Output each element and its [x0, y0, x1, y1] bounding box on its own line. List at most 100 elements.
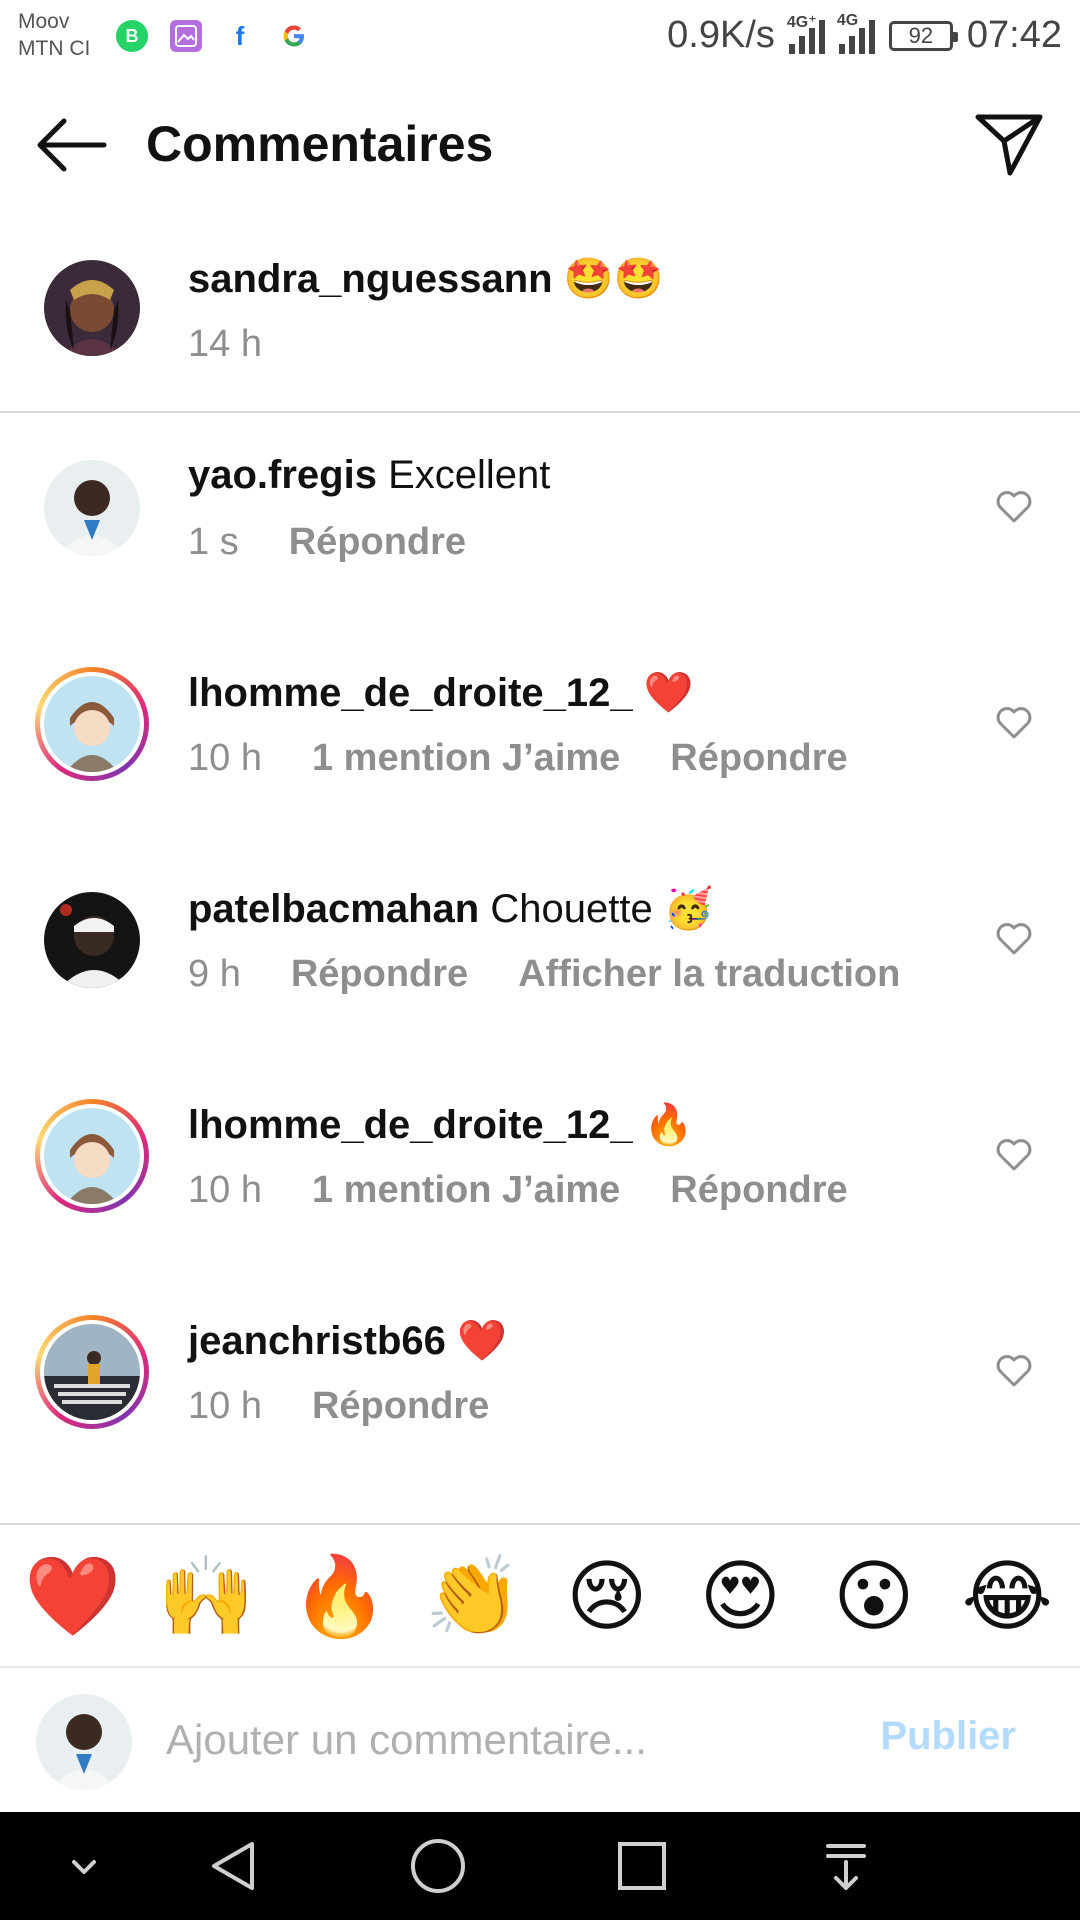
arrow-left-icon — [37, 118, 107, 172]
signal-1-icon: 4G⁺ — [787, 14, 825, 54]
comment-username[interactable]: patelbacmahan — [188, 887, 479, 931]
comment-avatar-story-ring[interactable] — [35, 1315, 149, 1429]
comment-item: lhomme_de_droite_12_ 🔥 10 h 1 mention J’… — [0, 1099, 1080, 1317]
comment-meta: 10 h Répondre — [188, 1385, 489, 1428]
comment-avatar[interactable] — [44, 892, 140, 988]
signal-1-tag: 4G⁺ — [786, 13, 817, 31]
publish-button[interactable]: Publier — [880, 1714, 1016, 1759]
comment-meta: 10 h 1 mention J’aime Répondre — [188, 737, 848, 780]
battery-level: 92 — [908, 22, 934, 48]
like-button[interactable] — [994, 487, 1034, 527]
nav-recents-button[interactable] — [612, 1836, 672, 1896]
carrier-names: Moov MTN CI — [18, 8, 90, 62]
emoji-laughing-button[interactable]: 😂 — [952, 1557, 1062, 1635]
circle-home-icon — [411, 1839, 465, 1893]
comment-username[interactable]: jeanchristb66 — [188, 1319, 446, 1363]
comment-item: jeanchristb66 ❤️ 10 h Répondre — [0, 1315, 1080, 1533]
comment-username[interactable]: lhomme_de_droite_12_ — [188, 1103, 633, 1147]
nav-collapse-button[interactable] — [54, 1836, 114, 1896]
facebook-icon: f — [224, 20, 256, 52]
chevron-down-icon — [72, 1860, 96, 1874]
pull-down-icon — [826, 1844, 866, 1890]
comment-meta: 10 h 1 mention J’aime Répondre — [188, 1169, 848, 1212]
comment-text: Chouette 🥳 — [490, 887, 714, 931]
comment-avatar — [44, 1108, 140, 1204]
clock: 07:42 — [966, 14, 1062, 56]
caption-username[interactable]: sandra_nguessann — [188, 257, 553, 301]
reply-button[interactable]: Répondre — [289, 521, 466, 564]
likes-count[interactable]: 1 mention J’aime — [312, 737, 620, 780]
signal-2-icon: 4G — [837, 12, 875, 54]
like-button[interactable] — [994, 1135, 1034, 1175]
comment-username[interactable]: lhomme_de_droite_12_ — [188, 671, 633, 715]
comment-text: ❤️ — [457, 1319, 507, 1363]
network-speed: 0.9K/s — [667, 14, 775, 56]
send-icon — [975, 114, 1043, 176]
notification-icons: B f — [116, 20, 310, 52]
comment-avatar — [44, 1324, 140, 1420]
signal-2-tag: 4G — [836, 11, 859, 29]
comment-composer: Publier — [0, 1668, 1080, 1812]
comment-avatar[interactable] — [44, 460, 140, 556]
google-icon — [278, 20, 310, 52]
comment-avatar-story-ring[interactable] — [35, 1099, 149, 1213]
share-button[interactable] — [970, 109, 1046, 179]
reply-button[interactable]: Répondre — [312, 1385, 489, 1428]
emoji-heart-button[interactable]: ❤️ — [18, 1557, 128, 1635]
caption-meta: 14 h — [188, 323, 262, 366]
comment-time: 10 h — [188, 1169, 262, 1211]
like-button[interactable] — [994, 703, 1034, 743]
nav-notifications-button[interactable] — [816, 1836, 876, 1896]
comment-input[interactable] — [166, 1710, 846, 1770]
current-user-avatar — [36, 1694, 132, 1790]
comment-item: yao.fregis Excellent 1 s Répondre — [0, 453, 1080, 669]
gallery-icon — [170, 20, 202, 52]
comment-username[interactable]: yao.fregis — [188, 453, 377, 497]
emoji-fire-button[interactable]: 🔥 — [285, 1557, 395, 1635]
emoji-heart-eyes-button[interactable]: 😍 — [685, 1557, 795, 1635]
carrier-2: MTN CI — [18, 37, 91, 60]
reply-button[interactable]: Répondre — [670, 1169, 847, 1212]
comment-text-row: lhomme_de_droite_12_ ❤️ — [188, 669, 694, 716]
like-button[interactable] — [994, 1351, 1034, 1391]
comment-text-row: patelbacmahan Chouette 🥳 — [188, 885, 714, 932]
caption-time: 14 h — [188, 323, 262, 365]
emoji-crying-button[interactable]: 😢 — [552, 1557, 662, 1635]
likes-count[interactable]: 1 mention J’aime — [312, 1169, 620, 1212]
heart-outline-icon — [996, 491, 1032, 523]
header: Commentaires — [0, 95, 1080, 195]
page-title: Commentaires — [146, 116, 494, 172]
system-nav-bar — [0, 1812, 1080, 1920]
triangle-back-icon — [212, 1842, 254, 1890]
comment-time: 9 h — [188, 953, 241, 995]
nav-home-button[interactable] — [408, 1836, 468, 1896]
whatsapp-business-icon: B — [116, 20, 148, 52]
comment-meta: 1 s Répondre — [188, 521, 466, 564]
comment-text-row: lhomme_de_droite_12_ 🔥 — [188, 1101, 694, 1148]
like-button[interactable] — [994, 919, 1034, 959]
comment-avatar-story-ring[interactable] — [35, 667, 149, 781]
comment-time: 10 h — [188, 1385, 262, 1427]
status-bar: Moov MTN CI B f 0.9K/s 4G⁺ 4G 92 07:42 — [0, 0, 1080, 72]
comment-avatar — [44, 676, 140, 772]
comment-text: ❤️ — [643, 671, 694, 715]
emoji-clapping-button[interactable]: 👏 — [418, 1557, 528, 1635]
nav-back-button[interactable] — [204, 1836, 264, 1896]
reply-button[interactable]: Répondre — [670, 737, 847, 780]
reply-button[interactable]: Répondre — [291, 953, 468, 996]
emoji-surprised-button[interactable]: 😮 — [819, 1557, 929, 1635]
see-translation-button[interactable]: Afficher la traduction — [518, 953, 900, 996]
heart-outline-icon — [996, 707, 1032, 739]
heart-outline-icon — [996, 1355, 1032, 1387]
back-button[interactable] — [34, 115, 114, 175]
battery-icon: 92 — [888, 20, 958, 51]
caption-text: 🤩🤩 — [563, 257, 664, 301]
comment-text: 🔥 — [643, 1103, 694, 1147]
comment-time: 10 h — [188, 737, 262, 779]
comment-text-row: jeanchristb66 ❤️ — [188, 1317, 507, 1364]
carrier-1: Moov — [18, 10, 70, 33]
comment-meta: 9 h Répondre Afficher la traduction — [188, 953, 900, 996]
caption-avatar[interactable] — [44, 260, 140, 356]
emoji-raising-hands-button[interactable]: 🙌 — [151, 1557, 261, 1635]
quick-emoji-bar: ❤️ 🙌 🔥 👏 😢 😍 😮 😂 — [0, 1523, 1080, 1668]
